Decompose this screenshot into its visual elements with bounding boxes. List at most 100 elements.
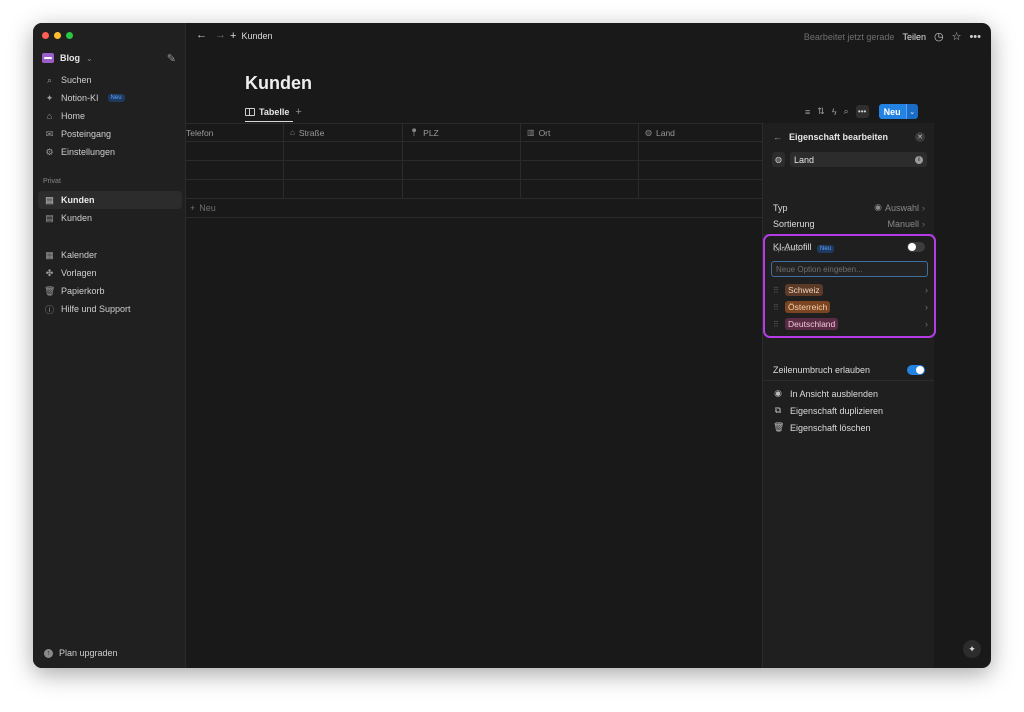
- close-icon[interactable]: ✕: [915, 132, 925, 142]
- workspace-logo-icon: [42, 53, 54, 63]
- minimize-window-button[interactable]: [54, 32, 61, 39]
- breadcrumb[interactable]: + Kunden: [230, 30, 272, 42]
- duplicate-property-button[interactable]: ⧉ Eigenschaft duplizieren: [773, 405, 883, 416]
- duplicate-icon: ⧉: [774, 405, 782, 415]
- sidebar-page-kunden-active[interactable]: ▤ Kunden: [38, 191, 182, 209]
- sidebar-item-templates[interactable]: ✤ Vorlagen: [38, 264, 182, 282]
- tab-table[interactable]: Tabelle: [245, 107, 289, 117]
- type-row[interactable]: Typ ◉ Auswahl ›: [773, 202, 925, 213]
- sidebar-item-calendar[interactable]: ▦ Kalender: [38, 246, 182, 264]
- sidebar-item-label: Vorlagen: [61, 268, 97, 278]
- column-header-ort[interactable]: ▥ Ort: [521, 124, 639, 141]
- table-cell[interactable]: [639, 180, 762, 198]
- delete-property-button[interactable]: 🗑︎ Eigenschaft löschen: [773, 422, 871, 433]
- option-item-deutschland[interactable]: ⠿ Deutschland ›: [773, 317, 928, 331]
- action-label: Eigenschaft duplizieren: [790, 405, 884, 416]
- table-cell[interactable]: [186, 142, 284, 160]
- table-cell[interactable]: [403, 180, 521, 198]
- more-options-button[interactable]: •••: [855, 105, 869, 118]
- table-cell[interactable]: [521, 142, 639, 160]
- clock-icon[interactable]: ◷: [934, 30, 944, 43]
- edited-status: Bearbeitet jetzt gerade: [803, 31, 895, 42]
- new-option-input[interactable]: Neue Option eingeben...: [771, 261, 928, 277]
- table-cell[interactable]: [284, 142, 403, 160]
- table-cell[interactable]: [403, 142, 521, 160]
- new-page-icon[interactable]: ✎: [167, 52, 176, 65]
- table-row[interactable]: [186, 180, 762, 199]
- sidebar-item-trash[interactable]: 🗑︎ Papierkorb: [38, 282, 182, 300]
- sidebar-item-settings[interactable]: ⚙ Einstellungen: [38, 143, 182, 161]
- upgrade-plan-button[interactable]: ↑ Plan upgraden: [44, 648, 118, 658]
- drag-handle-icon[interactable]: ⠿: [773, 320, 779, 329]
- share-button[interactable]: Teilen: [902, 32, 926, 42]
- plus-icon: +: [190, 203, 196, 213]
- forward-arrow-icon[interactable]: →: [215, 29, 226, 41]
- wrap-toggle[interactable]: [907, 365, 925, 375]
- column-header-telefon[interactable]: Telefon: [186, 124, 284, 141]
- option-item-schweiz[interactable]: ⠿ Schweiz ›: [773, 283, 928, 297]
- automation-icon[interactable]: ϟ: [832, 107, 837, 117]
- table-row[interactable]: [186, 142, 762, 161]
- hide-in-view-button[interactable]: ◉ In Ansicht ausblenden: [773, 388, 878, 399]
- back-arrow-icon[interactable]: ←: [196, 29, 207, 41]
- table-cell[interactable]: [403, 161, 521, 179]
- add-view-icon[interactable]: +: [295, 106, 301, 118]
- search-icon[interactable]: ⌕: [844, 106, 849, 117]
- column-header-land[interactable]: ◍ Land: [639, 124, 762, 141]
- table-cell[interactable]: [521, 161, 639, 179]
- drag-handle-icon[interactable]: ⠿: [773, 303, 779, 312]
- star-icon[interactable]: ☆: [952, 30, 962, 43]
- table-cell[interactable]: [186, 161, 284, 179]
- add-row-button[interactable]: + Neu: [186, 199, 762, 218]
- option-pill: Österreich: [785, 301, 831, 313]
- back-arrow-icon[interactable]: ←: [773, 132, 782, 142]
- new-entry-button[interactable]: Neu ⌄: [878, 104, 918, 119]
- table-row[interactable]: [186, 161, 762, 180]
- filter-icon[interactable]: ≡: [805, 107, 810, 117]
- inbox-icon: ✉: [45, 128, 54, 139]
- column-label: Telefon: [186, 127, 214, 138]
- active-tab-indicator: [245, 121, 293, 122]
- column-label: Straße: [298, 127, 325, 138]
- sidebar-page-kunden[interactable]: ▤ Kunden: [38, 209, 182, 227]
- sidebar-item-label: Home: [61, 111, 86, 121]
- wrap-row[interactable]: Zeilenumbruch erlauben: [773, 365, 925, 375]
- column-header-plz[interactable]: 📍︎ PLZ: [403, 124, 521, 141]
- globe-icon: ◍: [645, 128, 652, 137]
- table-cell[interactable]: [284, 161, 403, 179]
- sort-row[interactable]: Sortierung Manuell ›: [773, 219, 925, 229]
- chevron-right-icon[interactable]: ›: [925, 285, 928, 295]
- sidebar-item-home[interactable]: ⌂ Home: [38, 107, 182, 125]
- info-icon[interactable]: i: [915, 155, 923, 164]
- workspace-switcher[interactable]: Blog ⌄: [42, 53, 93, 63]
- more-icon[interactable]: •••: [969, 31, 981, 43]
- table-cell[interactable]: [521, 180, 639, 198]
- sidebar-item-help[interactable]: ⓘ Hilfe und Support: [38, 300, 182, 318]
- drag-handle-icon[interactable]: ⠿: [773, 286, 779, 295]
- type-label: Typ: [773, 202, 788, 213]
- table-cell[interactable]: [639, 161, 762, 179]
- sort-icon[interactable]: ⇅: [817, 106, 825, 117]
- property-name-row: ◍ Land i: [772, 152, 927, 167]
- globe-icon[interactable]: ◍: [772, 152, 785, 167]
- sidebar-item-inbox[interactable]: ✉ Posteingang: [38, 125, 182, 143]
- chevron-right-icon[interactable]: ›: [925, 319, 928, 329]
- page-icon: ▤: [45, 194, 54, 205]
- sidebar-item-search[interactable]: ⌕ Suchen: [38, 71, 182, 89]
- table-cell[interactable]: [284, 180, 403, 198]
- type-value-text: Auswahl: [884, 202, 919, 213]
- ai-assistant-icon[interactable]: ✦: [963, 640, 981, 658]
- table-cell[interactable]: [186, 180, 284, 198]
- sidebar-item-notion-ai[interactable]: ✦ Notion-KI Neu: [38, 89, 182, 107]
- sidebar-bottom-nav: ▦ Kalender ✤ Vorlagen 🗑︎ Papierkorb ⓘ Hi…: [38, 246, 182, 318]
- chevron-right-icon[interactable]: ›: [925, 302, 928, 312]
- option-item-oesterreich[interactable]: ⠿ Österreich ›: [773, 300, 928, 314]
- chevron-down-icon[interactable]: ⌄: [905, 104, 918, 119]
- zoom-window-button[interactable]: [66, 32, 73, 39]
- column-header-strasse[interactable]: ⌂ Straße: [284, 124, 403, 141]
- new-entry-label[interactable]: Neu: [878, 104, 906, 119]
- close-window-button[interactable]: [42, 32, 49, 39]
- table-cell[interactable]: [639, 142, 762, 160]
- panel-title: Eigenschaft bearbeiten: [789, 132, 889, 142]
- property-name-input[interactable]: Land i: [790, 152, 927, 167]
